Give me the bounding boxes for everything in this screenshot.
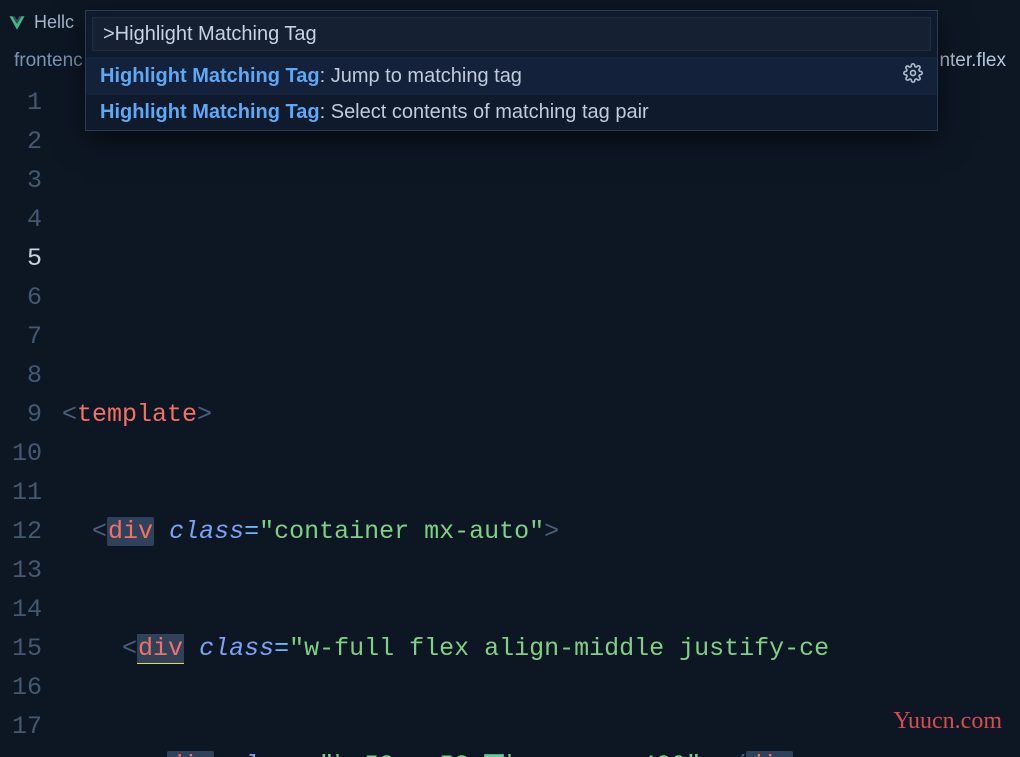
line-number: 15 xyxy=(0,629,42,668)
line-number: 13 xyxy=(0,551,42,590)
command-palette-item[interactable]: Highlight Matching Tag: Jump to matching… xyxy=(86,57,937,95)
line-number: 12 xyxy=(0,512,42,551)
breadcrumb-segment[interactable]: nter.flex xyxy=(939,50,1006,72)
line-number: 3 xyxy=(0,161,42,200)
line-number: 1 xyxy=(0,83,42,122)
line-number: 5 xyxy=(0,239,42,278)
line-number: 14 xyxy=(0,590,42,629)
line-number: 17 xyxy=(0,707,42,746)
line-number: 9 xyxy=(0,395,42,434)
line-number: 7 xyxy=(0,317,42,356)
line-number: 10 xyxy=(0,434,42,473)
command-palette-input[interactable] xyxy=(92,17,931,51)
gear-icon[interactable] xyxy=(903,63,923,89)
line-number: 4 xyxy=(0,200,42,239)
line-gutter: 1234567891011121314151617 xyxy=(0,77,62,757)
line-number: 11 xyxy=(0,473,42,512)
line-number: 16 xyxy=(0,668,42,707)
command-palette-list: Highlight Matching Tag: Jump to matching… xyxy=(86,57,937,130)
breadcrumb-segment[interactable]: frontenc xyxy=(14,50,83,72)
line-number: 6 xyxy=(0,278,42,317)
vue-logo-icon xyxy=(8,14,26,32)
command-palette-item[interactable]: Highlight Matching Tag: Select contents … xyxy=(86,95,937,130)
command-palette: Highlight Matching Tag: Jump to matching… xyxy=(85,10,938,131)
editor[interactable]: 1234567891011121314151617 <template> <di… xyxy=(0,77,1020,757)
line-number: 2 xyxy=(0,122,42,161)
tab-title[interactable]: Hellc xyxy=(34,12,74,33)
line-number: 8 xyxy=(0,356,42,395)
code-area[interactable]: <template> <div class="container mx-auto… xyxy=(62,77,829,757)
watermark: Yuucn.com xyxy=(893,708,1002,735)
